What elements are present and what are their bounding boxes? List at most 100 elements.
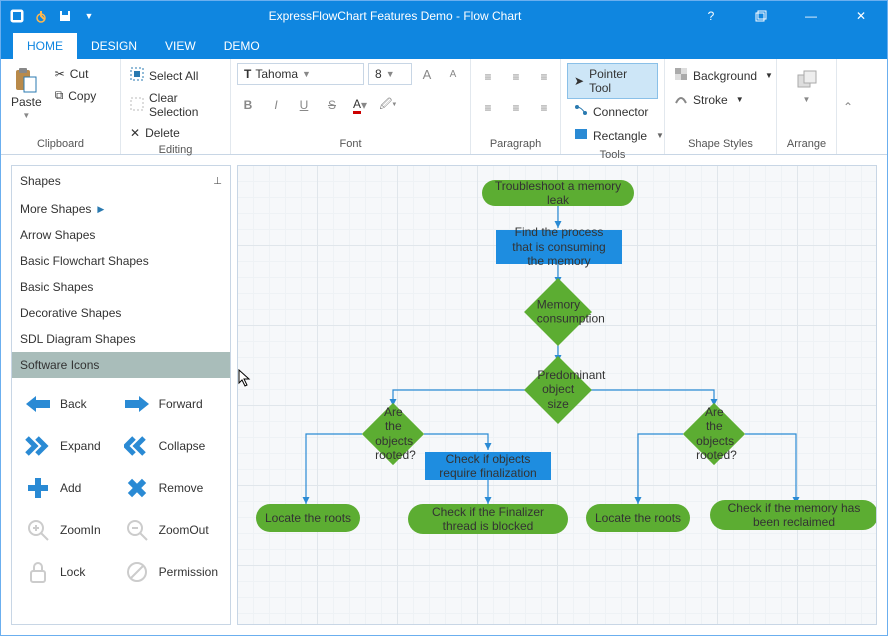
node-decision-size[interactable]: Predominant object size	[524, 356, 592, 424]
pin-icon[interactable]: ⊥	[213, 176, 222, 187]
paste-label: Paste	[11, 95, 42, 109]
mouse-cursor	[238, 369, 252, 390]
arrange-button[interactable]: ▼	[790, 63, 824, 108]
shape-zoomin[interactable]: ZoomIn	[20, 512, 115, 548]
qat-save-icon[interactable]	[55, 6, 75, 26]
font-color-button[interactable]: A▾	[349, 94, 371, 116]
font-name-combo[interactable]: TTahoma▼	[237, 63, 364, 85]
zoomin-icon	[24, 516, 52, 544]
group-editing-label: Editing	[127, 142, 224, 158]
arrow-shapes-item[interactable]: Arrow Shapes	[12, 222, 230, 248]
node-decision-rooted-left[interactable]: Are the objects rooted?	[362, 403, 424, 465]
align-center-button[interactable]: ≡	[505, 97, 527, 119]
tab-home[interactable]: HOME	[13, 33, 77, 59]
shrink-font-button[interactable]: A	[442, 63, 464, 85]
shapes-panel: Shapes ⊥ More Shapes▶ Arrow Shapes Basic …	[11, 165, 231, 625]
sdl-shapes-item[interactable]: SDL Diagram Shapes	[12, 326, 230, 352]
stroke-button[interactable]: Stroke▼	[671, 89, 776, 110]
align-middle-button[interactable]: ≡	[505, 66, 527, 88]
paste-button[interactable]: Paste ▼	[7, 63, 46, 124]
tab-view[interactable]: VIEW	[151, 33, 210, 59]
help-button[interactable]: ?	[691, 1, 731, 31]
remove-icon	[123, 474, 151, 502]
group-clipboard-label: Clipboard	[7, 136, 114, 152]
node-reclaimed[interactable]: Check if the memory has been reclaimed	[710, 500, 877, 530]
add-icon	[24, 474, 52, 502]
shape-remove[interactable]: Remove	[119, 470, 222, 506]
rectangle-tool-button[interactable]: Rectangle▼	[567, 124, 658, 147]
qat-touch-icon[interactable]	[31, 6, 51, 26]
select-all-button[interactable]: Select All	[127, 65, 224, 86]
qat-app-icon[interactable]	[7, 6, 27, 26]
align-left-button[interactable]: ≡	[477, 97, 499, 119]
tab-demo[interactable]: DEMO	[210, 33, 274, 59]
node-process-finalization[interactable]: Check if objects require finalization	[425, 452, 551, 480]
minimize-button[interactable]: —	[791, 1, 831, 31]
expand-icon	[24, 432, 52, 460]
pointer-icon: ➤	[574, 74, 584, 88]
paste-icon	[13, 67, 39, 93]
align-bottom-button[interactable]: ≡	[533, 66, 555, 88]
underline-button[interactable]: U	[293, 94, 315, 116]
group-arrange-label: Arrange	[783, 136, 830, 152]
delete-button[interactable]: ✕Delete	[127, 124, 224, 142]
close-button[interactable]: ✕	[841, 1, 881, 31]
group-shapestyles-label: Shape Styles	[671, 136, 770, 152]
clear-selection-button[interactable]: Clear Selection	[127, 89, 224, 121]
group-paragraph-label: Paragraph	[477, 136, 554, 152]
node-finalizer[interactable]: Check if the Finalizer thread is blocked	[408, 504, 568, 534]
node-process-find[interactable]: Find the process that is consuming the m…	[496, 230, 622, 264]
shape-add[interactable]: Add	[20, 470, 115, 506]
font-size-combo[interactable]: 8▼	[368, 63, 412, 85]
collapse-ribbon-button[interactable]: ⌃	[837, 59, 859, 154]
copy-button[interactable]: ⧉Copy	[52, 86, 100, 105]
group-tools-label: Tools	[567, 147, 658, 163]
shape-forward[interactable]: Forward	[119, 386, 222, 422]
basic-shapes-item[interactable]: Basic Shapes	[12, 274, 230, 300]
permission-icon	[123, 558, 151, 586]
node-decision-memory[interactable]: Memory consumption	[524, 278, 592, 346]
background-button[interactable]: Background▼	[671, 65, 776, 86]
node-decision-rooted-right[interactable]: Are the objects rooted?	[683, 403, 745, 465]
shape-collapse[interactable]: Collapse	[119, 428, 222, 464]
decorative-shapes-item[interactable]: Decorative Shapes	[12, 300, 230, 326]
node-locate-right[interactable]: Locate the roots	[586, 504, 690, 532]
basic-flowchart-item[interactable]: Basic Flowchart Shapes	[12, 248, 230, 274]
restore-button[interactable]	[741, 1, 781, 31]
pointer-tool-button[interactable]: ➤Pointer Tool	[567, 63, 658, 99]
cut-button[interactable]: ✂Cut	[52, 65, 100, 83]
group-font-label: Font	[237, 136, 464, 152]
align-top-button[interactable]: ≡	[477, 66, 499, 88]
forward-icon	[123, 390, 151, 418]
background-icon	[674, 67, 688, 84]
shape-lock[interactable]: Lock	[20, 554, 115, 590]
chevron-down-icon: ▼	[302, 69, 311, 79]
italic-button[interactable]: I	[265, 94, 287, 116]
node-start[interactable]: Troubleshoot a memory leak	[482, 180, 634, 206]
strike-button[interactable]: S	[321, 94, 343, 116]
shape-back[interactable]: Back	[20, 386, 115, 422]
align-right-button[interactable]: ≡	[533, 97, 555, 119]
shape-permission[interactable]: Permission	[119, 554, 222, 590]
stroke-icon	[674, 91, 688, 108]
collapse-icon	[123, 432, 151, 460]
zoomout-icon	[123, 516, 151, 544]
arrange-icon	[794, 67, 820, 93]
titlebar: ▼ ExpressFlowChart Features Demo - Flow …	[1, 1, 887, 31]
lock-icon	[24, 558, 52, 586]
qat-dropdown-icon[interactable]: ▼	[79, 6, 99, 26]
shape-zoomout[interactable]: ZoomOut	[119, 512, 222, 548]
bold-button[interactable]: B	[237, 94, 259, 116]
tab-design[interactable]: DESIGN	[77, 33, 151, 59]
flowchart-canvas[interactable]: Troubleshoot a memory leak Find the proc…	[237, 165, 877, 625]
chevron-down-icon: ▼	[386, 69, 395, 79]
more-shapes-item[interactable]: More Shapes▶	[12, 196, 230, 222]
node-locate-left[interactable]: Locate the roots	[256, 504, 360, 532]
software-icons-item[interactable]: Software Icons	[12, 352, 230, 378]
connector-icon	[574, 104, 588, 119]
connector-tool-button[interactable]: Connector	[567, 100, 658, 123]
shape-expand[interactable]: Expand	[20, 428, 115, 464]
grow-font-button[interactable]: A	[416, 63, 438, 85]
shapes-header: Shapes	[20, 174, 61, 188]
highlight-button[interactable]: 🖉▾	[377, 94, 399, 116]
